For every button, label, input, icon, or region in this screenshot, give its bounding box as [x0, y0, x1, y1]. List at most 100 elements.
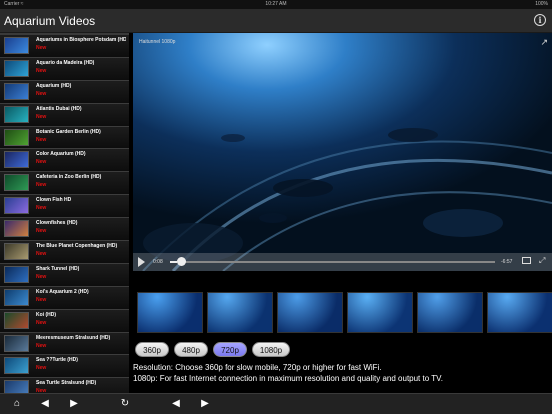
new-badge: New [36, 67, 47, 74]
video-list-item[interactable]: Shark Tunnel (HD) New [0, 263, 129, 287]
video-list-item[interactable]: Aquarium (HD) New [0, 80, 129, 104]
new-badge: New [36, 182, 47, 189]
new-badge: New [36, 159, 47, 166]
video-title-label: Koi's Aquarium 2 (HD) [36, 288, 89, 295]
resolution-button-1080p[interactable]: 1080p [252, 342, 290, 357]
video-frame-thumbnail[interactable] [277, 292, 343, 333]
player-controls: 0:08 -6:57 ⤢ [133, 253, 552, 271]
video-list-item[interactable]: Atlantis Dubai (HD) New [0, 103, 129, 127]
video-thumbnail [4, 128, 29, 146]
new-badge: New [36, 228, 47, 235]
home-icon[interactable]: ⌂ [8, 396, 26, 412]
new-badge: New [36, 296, 47, 303]
video-list-item[interactable]: Koi (HD) New [0, 309, 129, 333]
resolution-description: Resolution: Choose 360p for slow mobile,… [133, 362, 552, 384]
new-badge: New [36, 205, 47, 212]
video-title-label: Clown Fish HD [36, 197, 72, 204]
previous-video-icon[interactable]: ◀ [167, 396, 185, 412]
video-title-label: Clownfishes (HD) [36, 220, 78, 227]
video-list-item[interactable]: Sea ??Turtle (HD) New [0, 355, 129, 379]
video-thumbnail [4, 243, 29, 261]
shark-silhouette [273, 179, 333, 197]
video-thumbnail [4, 220, 29, 238]
resolution-buttons: 360p 480p 720p 1080p [133, 342, 552, 358]
description-line-2: 1080p: For fast Internet connection in m… [133, 374, 443, 383]
app-title: Aquarium Videos [4, 14, 96, 28]
video-title-label: Atlantis Dubai (HD) [36, 105, 82, 112]
video-thumbnail [4, 105, 29, 123]
video-frame [133, 33, 552, 271]
video-thumbnail [4, 334, 29, 352]
video-list-item[interactable]: Aquario da Madeira (HD) New [0, 57, 129, 81]
video-frame-thumbnail[interactable] [487, 292, 552, 333]
video-list-item[interactable]: Clown Fish HD New [0, 195, 129, 219]
video-list-item[interactable]: The Blue Planet Copenhagen (HD) New [0, 241, 129, 264]
video-frame-thumbnail[interactable] [347, 292, 413, 333]
scrubber-track[interactable] [170, 261, 495, 263]
video-thumbnail [4, 311, 29, 329]
refresh-icon[interactable]: ↻ [116, 396, 134, 412]
video-title-label: Meeresmuseum Stralsund (HD) [36, 334, 111, 341]
video-frame-thumbnail[interactable] [207, 292, 273, 333]
status-bar: Carrier ≈ 10:27 AM 100% [0, 0, 552, 9]
new-badge: New [36, 45, 47, 51]
remaining-time: -6:57 [501, 259, 513, 265]
video-thumbnail [4, 380, 29, 393]
video-frame-thumbnail[interactable] [137, 292, 203, 333]
new-badge: New [36, 136, 47, 143]
video-list-item[interactable]: Clownfishes (HD) New [0, 218, 129, 242]
video-list-item[interactable]: Cafeteria in Zoo Berlin (HD) New [0, 172, 129, 196]
video-list-item[interactable]: Koi's Aquarium 2 (HD) New [0, 286, 129, 310]
play-icon[interactable] [138, 257, 145, 267]
new-badge: New [36, 319, 47, 326]
video-list-item[interactable]: Color Aquarium (HD) New [0, 149, 129, 173]
clock-label: 10:27 AM [265, 1, 287, 7]
video-title-label: Sea Turtle Stralsund (HD) [36, 380, 97, 387]
battery-label: 100% [535, 1, 548, 7]
fish-silhouette [388, 128, 438, 142]
resolution-button-360p[interactable]: 360p [135, 342, 169, 357]
video-list-item[interactable]: Sea Turtle Stralsund (HD) New [0, 378, 129, 393]
video-title-label: Koi (HD) [36, 311, 56, 318]
video-player[interactable]: Haitunnel 1080p ↗ [133, 33, 552, 271]
scrubber-fill [170, 261, 177, 263]
new-badge: New [36, 365, 47, 372]
video-title-label: Aquario da Madeira (HD) [36, 59, 95, 66]
video-thumbnail [4, 197, 29, 215]
new-badge: New [36, 273, 47, 280]
new-badge: New [36, 113, 47, 120]
share-icon[interactable]: ↗ [540, 37, 548, 48]
scrubber-knob[interactable] [176, 257, 186, 266]
new-badge: New [36, 342, 47, 349]
bottom-toolbar: ⌂ ◀ ▶ ↻ ◀ ▶ [0, 393, 552, 414]
video-title-label: Sea ??Turtle (HD) [36, 357, 78, 364]
thumbnail-strip [133, 292, 552, 333]
navigation-bar: Aquarium Videos i [0, 9, 552, 33]
video-list: Aquariums in Biosphere Potsdam (HD) New Aq… [0, 33, 129, 393]
video-title-label: Botanic Garden Berlin (HD) [36, 128, 101, 135]
video-thumbnail [4, 265, 29, 283]
video-thumbnail [4, 37, 29, 54]
description-line-1: Resolution: Choose 360p for slow mobile,… [133, 363, 382, 372]
forward-icon[interactable]: ▶ [65, 396, 83, 412]
video-list-item[interactable]: Aquariums in Biosphere Potsdam (HD) New [0, 35, 129, 58]
resolution-button-480p[interactable]: 480p [174, 342, 208, 357]
video-title: Haitunnel 1080p [139, 39, 176, 45]
video-title-label: Color Aquarium (HD) [36, 151, 86, 158]
airplay-icon[interactable] [522, 257, 531, 264]
video-title-label: Aquariums in Biosphere Potsdam (HD) [36, 37, 126, 43]
new-badge: New [36, 90, 47, 97]
video-title-label: The Blue Planet Copenhagen (HD) [36, 243, 118, 250]
video-thumbnail [4, 82, 29, 100]
back-icon[interactable]: ◀ [36, 396, 54, 412]
video-title-label: Aquarium (HD) [36, 82, 72, 89]
info-icon[interactable]: i [534, 14, 546, 26]
new-badge: New [36, 251, 47, 258]
resolution-button-720p[interactable]: 720p [213, 342, 247, 357]
video-frame-thumbnail[interactable] [417, 292, 483, 333]
next-video-icon[interactable]: ▶ [196, 396, 214, 412]
video-list-item[interactable]: Meeresmuseum Stralsund (HD) New [0, 332, 129, 356]
video-list-item[interactable]: Botanic Garden Berlin (HD) New [0, 126, 129, 150]
fullscreen-icon[interactable]: ⤢ [539, 256, 545, 266]
elapsed-time: 0:08 [153, 259, 163, 265]
